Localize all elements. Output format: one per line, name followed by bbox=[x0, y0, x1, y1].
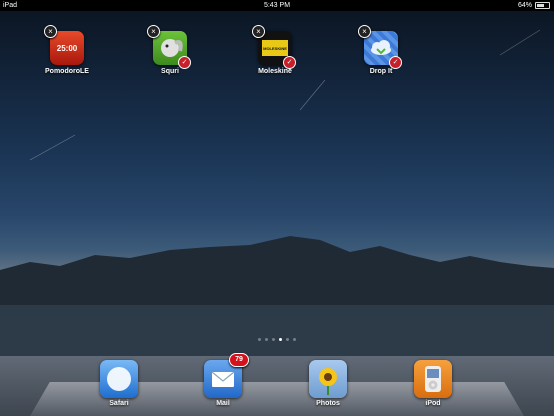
app-pomodorole[interactable]: 25:00 × PomodoroLE bbox=[42, 25, 92, 75]
page-dot[interactable] bbox=[279, 338, 282, 341]
envelope-icon: 79 bbox=[204, 353, 249, 398]
page-indicator[interactable] bbox=[0, 338, 554, 341]
battery-percent: 64% bbox=[517, 2, 532, 9]
clock: 5:43 PM bbox=[263, 2, 291, 9]
app-squri[interactable]: × ✓ Squri bbox=[145, 25, 195, 75]
moleskine-notebook-icon: MOLESKINE × ✓ bbox=[252, 25, 296, 69]
dock-app-safari[interactable]: Safari bbox=[89, 360, 149, 407]
app-moleskine[interactable]: MOLESKINE × ✓ Moleskine bbox=[250, 25, 300, 75]
page-dot[interactable] bbox=[272, 338, 275, 341]
check-icon: ✓ bbox=[283, 56, 296, 69]
check-icon: ✓ bbox=[389, 56, 402, 69]
page-dot[interactable] bbox=[265, 338, 268, 341]
page-dot[interactable] bbox=[286, 338, 289, 341]
delete-app-button[interactable]: × bbox=[147, 25, 160, 38]
dock-app-photos[interactable]: Photos bbox=[298, 360, 358, 407]
delete-app-button[interactable]: × bbox=[252, 25, 265, 38]
page-dot[interactable] bbox=[258, 338, 261, 341]
app-label: Drop It bbox=[369, 68, 393, 75]
app-label: PomodoroLE bbox=[45, 68, 89, 75]
delete-app-button[interactable]: × bbox=[358, 25, 371, 38]
app-label: Mail bbox=[216, 400, 230, 407]
page-dot[interactable] bbox=[293, 338, 296, 341]
compass-icon bbox=[100, 360, 138, 398]
check-icon: ✓ bbox=[178, 56, 191, 69]
app-label: Safari bbox=[109, 400, 129, 407]
cloud-icon: × ✓ bbox=[358, 25, 402, 69]
app-drop-it[interactable]: × ✓ Drop It bbox=[356, 25, 406, 75]
dock-app-mail[interactable]: 79 Mail bbox=[193, 353, 253, 407]
app-label: Squri bbox=[161, 68, 179, 75]
unread-count-badge: 79 bbox=[229, 353, 249, 367]
sunflower-icon bbox=[309, 360, 347, 398]
battery-icon bbox=[535, 2, 550, 9]
status-bar: iPad 5:43 PM 64% bbox=[0, 0, 554, 11]
dock-app-ipod[interactable]: iPod bbox=[403, 360, 463, 407]
app-label: Moleskine bbox=[258, 68, 292, 75]
ipod-icon bbox=[414, 360, 452, 398]
tomato-timer-icon: 25:00 × bbox=[44, 25, 84, 65]
delete-app-button[interactable]: × bbox=[44, 25, 57, 38]
app-label: Photos bbox=[316, 400, 340, 407]
app-label: iPod bbox=[425, 400, 441, 407]
squirrel-icon: × ✓ bbox=[147, 25, 191, 69]
